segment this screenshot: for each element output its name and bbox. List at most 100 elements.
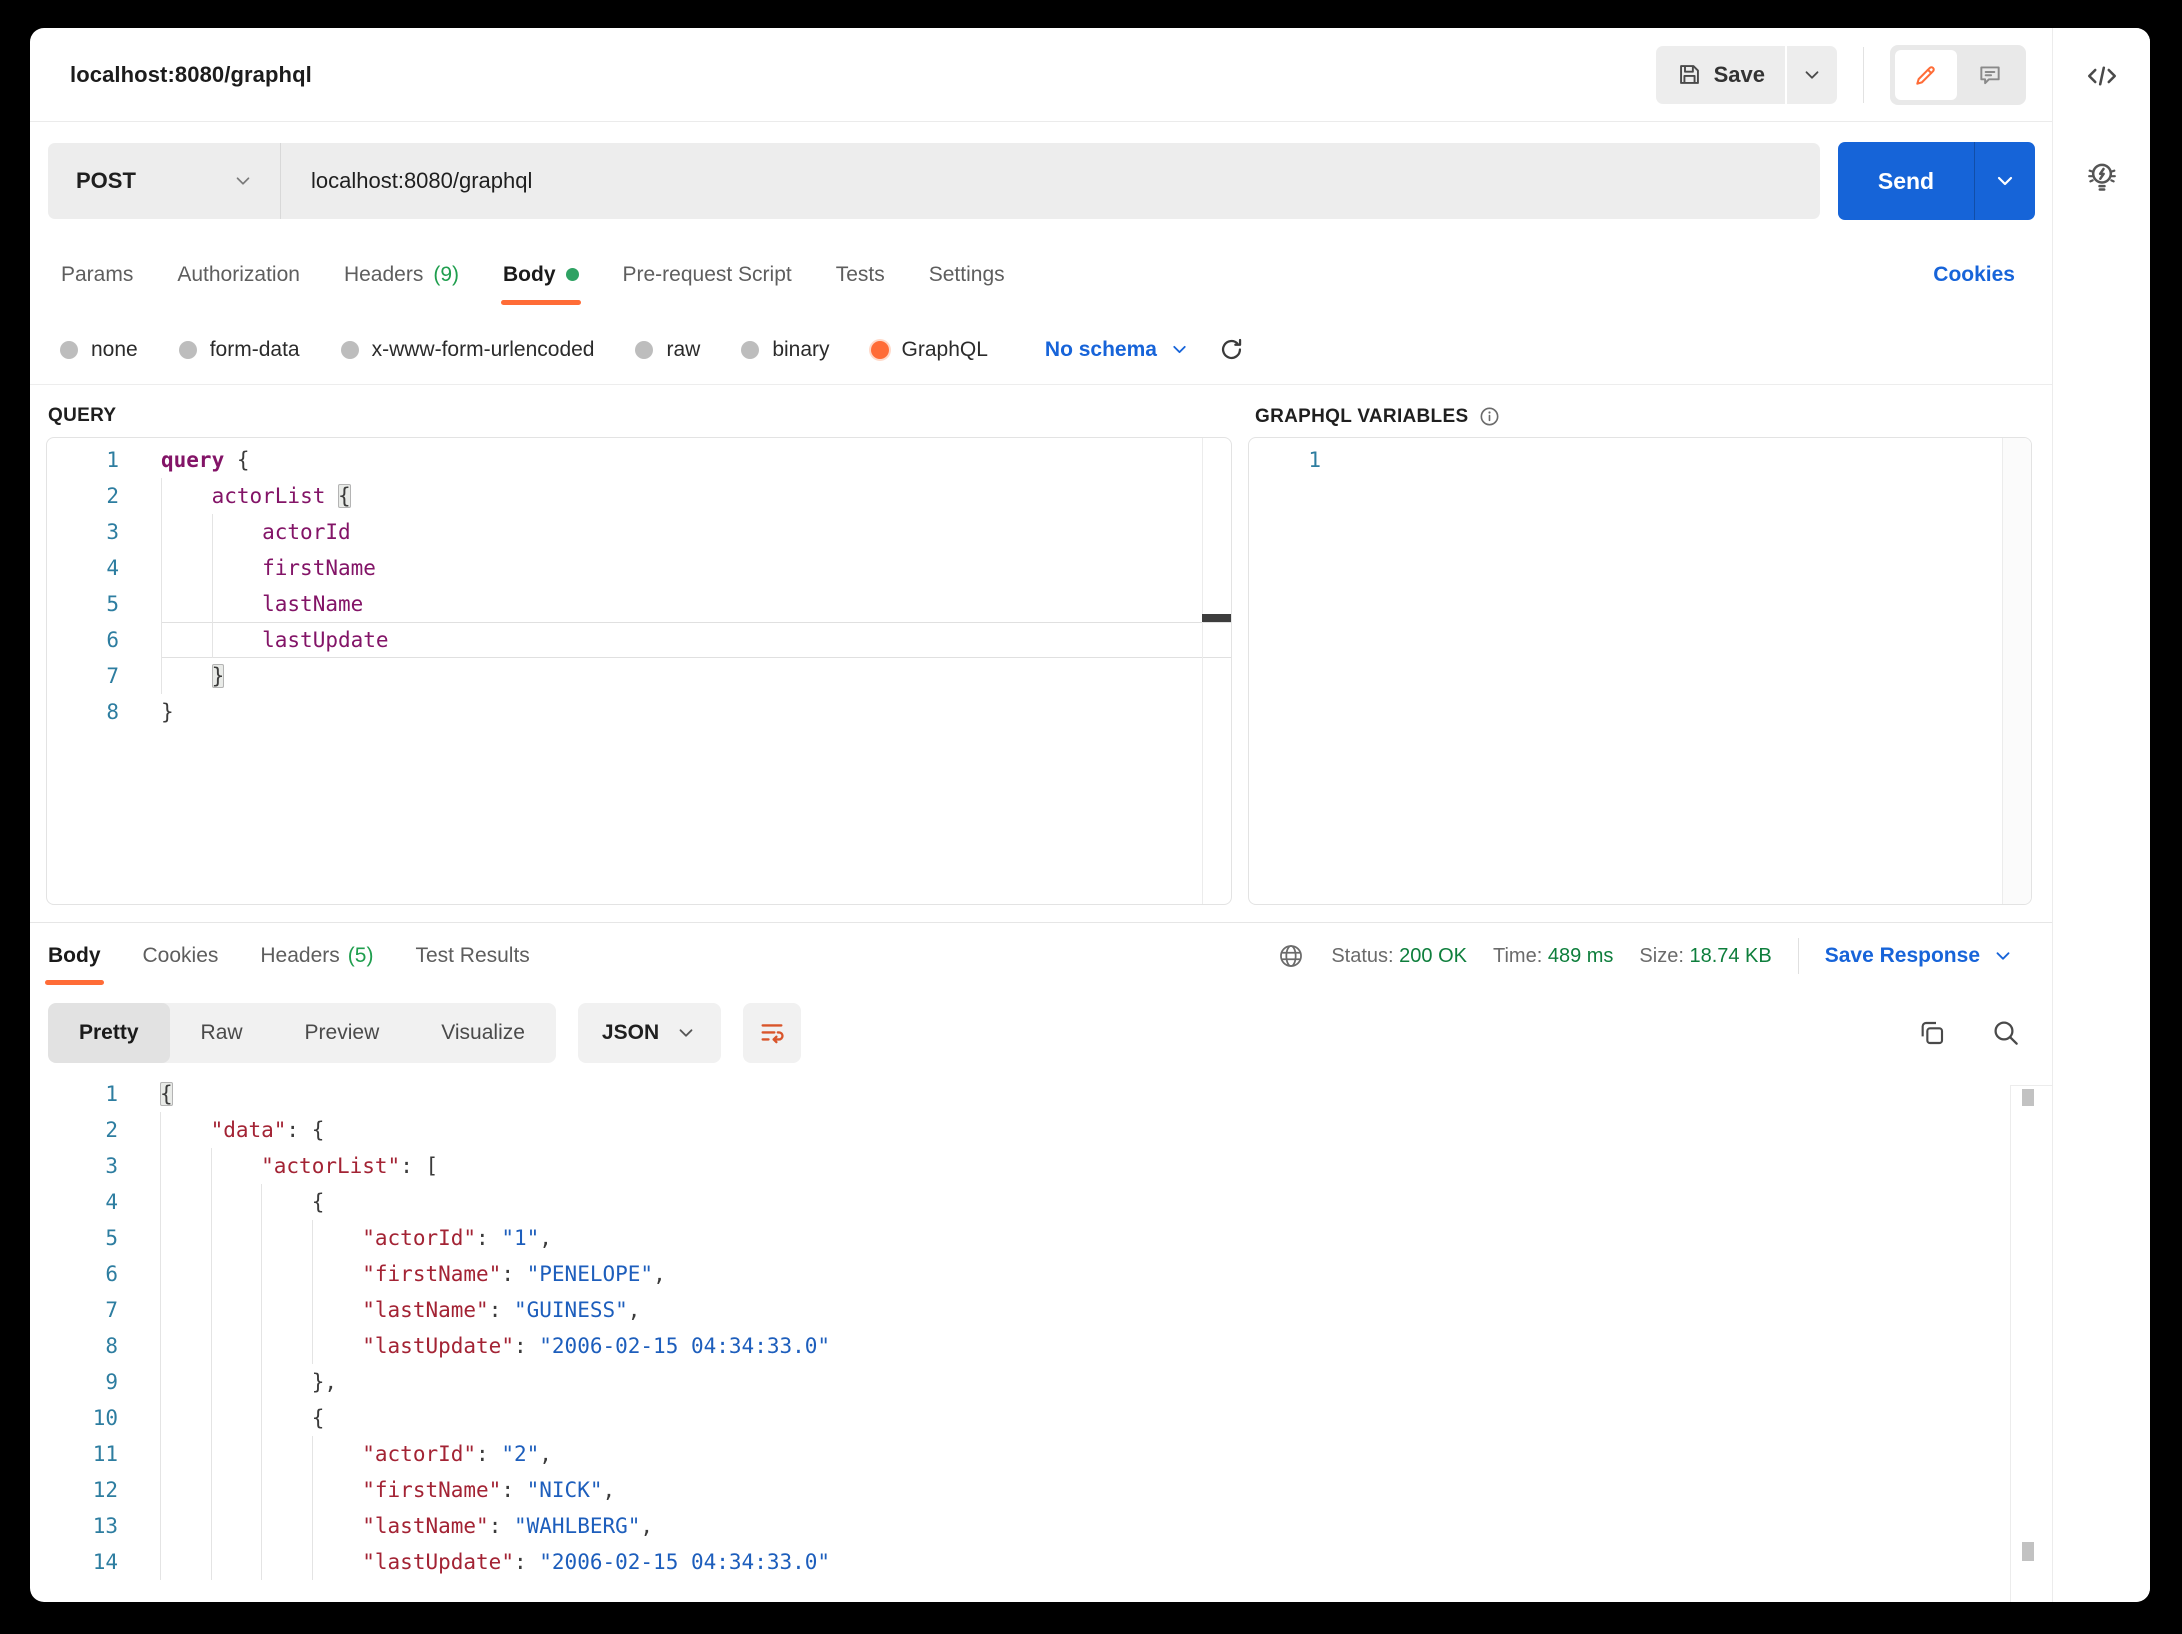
view-tab-preview[interactable]: Preview xyxy=(274,1003,411,1063)
line-number: 11 xyxy=(30,1436,118,1472)
body-modes: none form-data x-www-form-urlencoded raw bin… xyxy=(60,338,1029,362)
indent-guide xyxy=(160,1472,211,1508)
url-input[interactable]: localhost:8080/graphql xyxy=(281,143,1820,219)
tab-body[interactable]: Body xyxy=(503,234,579,315)
comments-button[interactable] xyxy=(1959,50,2021,100)
code-line: 7} xyxy=(47,658,1231,694)
main-area: localhost:8080/graphql Save xyxy=(30,28,2052,1602)
response-body-editor[interactable]: 1{2"data": {3"actorList": [4{5"actorId":… xyxy=(30,1076,2040,1602)
token: : { xyxy=(286,1118,324,1142)
indent-guide xyxy=(211,1544,262,1580)
indent-guide xyxy=(212,514,263,550)
view-tab-pretty[interactable]: Pretty xyxy=(48,1003,170,1063)
body-mode-x-www-form-urlencoded[interactable]: x-www-form-urlencoded xyxy=(341,338,595,362)
wrap-lines-button[interactable] xyxy=(743,1003,801,1063)
refresh-schema-button[interactable] xyxy=(1218,336,1245,363)
format-select[interactable]: JSON xyxy=(578,1003,721,1063)
response-scrollbar-thumb-bottom[interactable] xyxy=(2022,1542,2034,1561)
indent-guide xyxy=(261,1508,312,1544)
response-tab-body[interactable]: Body xyxy=(48,922,101,990)
variables-editor[interactable]: 1 xyxy=(1248,437,2032,905)
code-content xyxy=(1363,442,2031,478)
token: "GUINESS" xyxy=(514,1298,628,1322)
token: "NICK" xyxy=(527,1478,603,1502)
code-icon xyxy=(2084,58,2120,94)
info-icon xyxy=(1478,405,1501,428)
time-value: 489 ms xyxy=(1548,945,1614,967)
query-editor[interactable]: 1query {2actorList {3actorId4firstName5l… xyxy=(46,437,1232,905)
indent-guide xyxy=(160,1508,211,1544)
token: } xyxy=(212,664,225,688)
body-mode-form-data[interactable]: form-data xyxy=(179,338,300,362)
code-line: 5"actorId": "1", xyxy=(30,1220,2040,1256)
body-mode-graphql[interactable]: GraphQL xyxy=(871,338,988,362)
code-snippet-button[interactable] xyxy=(2084,58,2120,99)
wrap-lines-icon xyxy=(758,1019,786,1047)
tab-pre-request-script[interactable]: Pre-request Script xyxy=(623,234,792,315)
code-content: "lastUpdate": "2006-02-15 04:34:33.0" xyxy=(160,1328,2040,1364)
tips-button[interactable] xyxy=(2082,157,2122,202)
indent-guide xyxy=(312,1256,363,1292)
edit-mode-button[interactable] xyxy=(1895,50,1957,100)
line-number: 9 xyxy=(30,1364,118,1400)
radio-icon xyxy=(871,341,889,359)
indent-guide xyxy=(160,1328,211,1364)
tab-authorization[interactable]: Authorization xyxy=(177,234,300,315)
view-tab-raw[interactable]: Raw xyxy=(170,1003,274,1063)
tab-tests[interactable]: Tests xyxy=(836,234,885,315)
send-options-button[interactable] xyxy=(1975,142,2035,220)
send-button[interactable]: Send xyxy=(1838,142,1974,220)
query-scrollbar[interactable] xyxy=(1202,438,1231,904)
request-title: localhost:8080/graphql xyxy=(70,62,312,88)
token: : xyxy=(489,1514,514,1538)
line-number: 6 xyxy=(47,622,161,658)
response-scrollbar[interactable] xyxy=(2010,1085,2052,1602)
tab-params[interactable]: Params xyxy=(61,234,133,315)
code-content: lastName xyxy=(161,586,1231,622)
response-scrollbar-thumb[interactable] xyxy=(2022,1089,2034,1106)
cookies-link[interactable]: Cookies xyxy=(1933,234,2015,315)
token: lastUpdate xyxy=(262,628,388,652)
tab-settings[interactable]: Settings xyxy=(929,234,1005,315)
indent-guide xyxy=(261,1220,312,1256)
search-response-button[interactable] xyxy=(1990,1017,2022,1049)
response-tab-test-results[interactable]: Test Results xyxy=(415,922,529,990)
token: "actorId" xyxy=(362,1442,476,1466)
indent-guide xyxy=(211,1400,262,1436)
code-content: "firstName": "PENELOPE", xyxy=(160,1256,2040,1292)
indent-guide xyxy=(312,1328,363,1364)
copy-response-button[interactable] xyxy=(1916,1017,1948,1049)
line-number: 6 xyxy=(30,1256,118,1292)
indent-guide xyxy=(212,586,263,622)
code-content: "firstName": "NICK", xyxy=(160,1472,2040,1508)
code-content: "lastUpdate": "2006-02-15 04:34:33.0" xyxy=(160,1544,2040,1580)
chevron-down-icon xyxy=(675,1022,697,1044)
indent-guide xyxy=(160,1184,211,1220)
radio-icon xyxy=(741,341,759,359)
body-mode-binary[interactable]: binary xyxy=(741,338,829,362)
code-line: 13"lastName": "WAHLBERG", xyxy=(30,1508,2040,1544)
schema-select[interactable]: No schema xyxy=(1045,338,1190,362)
body-mode-none[interactable]: none xyxy=(60,338,138,362)
tab-headers[interactable]: Headers(9) xyxy=(344,234,459,315)
body-mode-raw[interactable]: raw xyxy=(635,338,700,362)
line-number: 14 xyxy=(30,1544,118,1580)
method-select[interactable]: POST xyxy=(48,143,280,219)
save-options-button[interactable] xyxy=(1787,46,1837,104)
save-response-button[interactable]: Save Response xyxy=(1825,944,2014,968)
indent-guide xyxy=(160,1544,211,1580)
response-tab-headers[interactable]: Headers(5) xyxy=(260,922,373,990)
code-line: 2actorList { xyxy=(47,478,1231,514)
token: "2" xyxy=(501,1442,539,1466)
code-line: 6 lastUpdate xyxy=(47,622,1231,658)
code-line: 6 "firstName": "PENELOPE", xyxy=(30,1256,2040,1292)
view-tab-visualize[interactable]: Visualize xyxy=(410,1003,556,1063)
save-button[interactable]: Save xyxy=(1656,46,1785,104)
body-mode-label: GraphQL xyxy=(902,338,988,362)
chevron-down-icon xyxy=(1993,169,2017,193)
token: lastName xyxy=(262,592,363,616)
response-tab-cookies[interactable]: Cookies xyxy=(143,922,219,990)
indent-guide xyxy=(211,1472,262,1508)
edit-comment-toggle xyxy=(1890,45,2026,105)
variables-scrollbar[interactable] xyxy=(2002,438,2031,904)
